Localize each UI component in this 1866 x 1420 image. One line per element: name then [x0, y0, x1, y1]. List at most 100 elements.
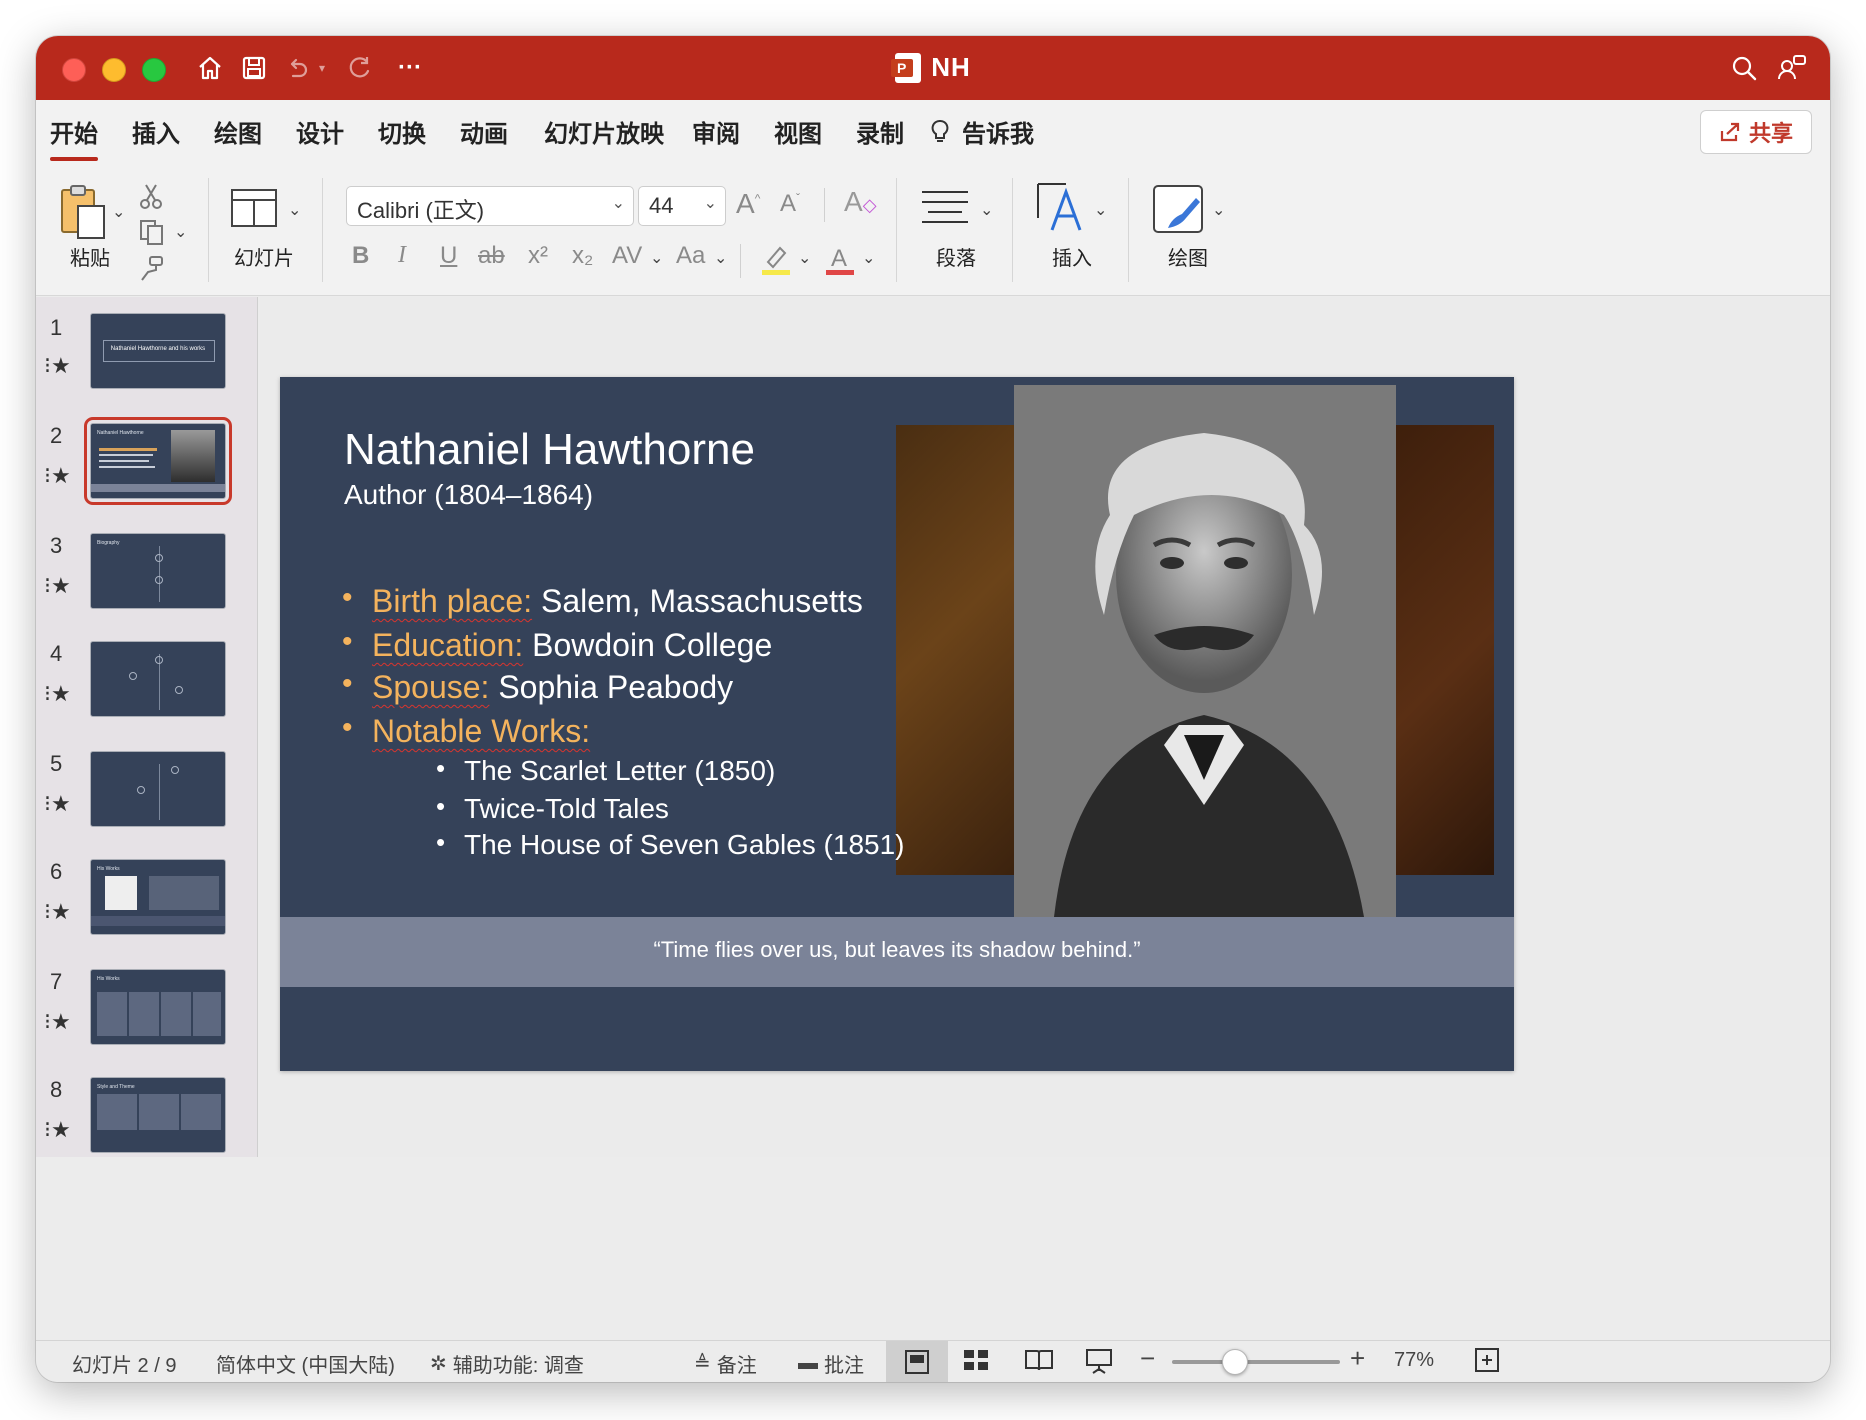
slide-thumbnail-4[interactable] [90, 641, 226, 717]
bullet-value: Salem, Massachusetts [532, 583, 863, 619]
bullet-value: Sophia Peabody [489, 669, 734, 705]
tab-view[interactable]: 视图 [774, 114, 822, 149]
fit-to-window-icon[interactable] [1474, 1347, 1500, 1379]
superscript-button[interactable]: x² [528, 242, 548, 270]
text-box-icon[interactable] [1036, 182, 1088, 239]
draw-icon[interactable] [1152, 184, 1206, 241]
slide-thumbnail-3[interactable]: Biography [90, 533, 226, 609]
copy-icon[interactable] [138, 218, 166, 251]
case-dropdown-icon[interactable]: ⌄ [714, 248, 727, 268]
zoom-slider-handle[interactable] [1222, 1349, 1248, 1375]
search-icon[interactable] [1726, 50, 1762, 86]
lightbulb-icon [931, 119, 949, 142]
bullet-education[interactable]: • Education: Bowdoin College [342, 625, 773, 664]
slide-thumbnail-2[interactable]: Nathaniel Hawthorne [84, 417, 232, 505]
character-spacing-button[interactable]: AV [612, 242, 642, 270]
collaborate-icon[interactable] [1772, 50, 1812, 86]
thumbnail-number: 6 [50, 859, 63, 884]
change-case-button[interactable]: Aa [676, 242, 705, 270]
spacing-dropdown-icon[interactable]: ⌄ [650, 248, 663, 268]
tab-review[interactable]: 审阅 [692, 114, 740, 149]
new-slide-dropdown-icon[interactable]: ⌄ [288, 200, 301, 220]
cut-icon[interactable] [138, 182, 164, 215]
slide-sorter-icon[interactable] [962, 1347, 990, 1379]
font-color-icon[interactable]: A [824, 242, 856, 281]
tab-draw[interactable]: 绘图 [214, 114, 262, 149]
strikethrough-button[interactable]: ab [478, 242, 505, 270]
notes-icon: ≜ [694, 1353, 711, 1375]
font-color-dropdown-icon[interactable]: ⌄ [862, 248, 875, 268]
bullet-notable-works[interactable]: • Notable Works: [342, 711, 590, 750]
zoom-level[interactable]: 77% [1394, 1349, 1434, 1372]
paste-icon[interactable] [58, 184, 108, 240]
new-slide-icon[interactable] [230, 188, 278, 233]
tab-tell-me[interactable]: 告诉我 [930, 114, 1034, 149]
slide[interactable]: Nathaniel Hawthorne Author (1804–1864) •… [280, 377, 1514, 1071]
paragraph-dropdown-icon[interactable]: ⌄ [980, 200, 993, 220]
font-size-select[interactable]: 44 ⌄ [638, 186, 726, 226]
paragraph-icon[interactable] [920, 188, 970, 233]
slide-subtitle[interactable]: Author (1804–1864) [344, 479, 593, 511]
slideshow-icon[interactable] [1084, 1347, 1114, 1381]
portrait-image[interactable] [1014, 385, 1396, 917]
share-button[interactable]: 共享 [1700, 110, 1812, 154]
subscript-button[interactable]: x₂ [572, 242, 593, 270]
comments-button[interactable]: ▬ 批注 [798, 1349, 864, 1378]
thumbnail-number: 2 [50, 423, 63, 448]
bullet-key: Spouse: [372, 669, 490, 705]
bullet-spouse[interactable]: • Spouse: Sophia Peabody [342, 667, 734, 706]
slide-title[interactable]: Nathaniel Hawthorne [344, 425, 755, 475]
comment-icon: ▬ [798, 1352, 818, 1374]
bullet-birthplace[interactable]: • Birth place: Salem, Massachusetts [342, 581, 863, 620]
accessibility-status[interactable]: ✲ 辅助功能: 调查 [430, 1349, 584, 1378]
tab-transitions[interactable]: 切换 [378, 114, 426, 149]
bullet-dot: • [436, 827, 446, 857]
animation-star-icon: ⁝★ [44, 1009, 71, 1034]
accessibility-icon: ✲ [430, 1353, 447, 1375]
ribbon-toolbar: ⌄ 粘贴 ⌄ ⌄ 幻灯片 Calibri (正文) ⌄ 44 ⌄ A^ Aˇ A… [36, 170, 1830, 296]
tab-design[interactable]: 设计 [296, 114, 344, 149]
slide-editing-area[interactable]: Nathaniel Hawthorne Author (1804–1864) •… [260, 297, 1830, 1157]
clear-formatting-icon[interactable]: A◇ [844, 186, 877, 218]
tab-animations[interactable]: 动画 [460, 114, 508, 149]
notes-button[interactable]: ≜ 备注 [694, 1349, 757, 1378]
slide-thumbnail-1[interactable]: Nathaniel Hawthorne and his works [90, 313, 226, 389]
normal-view-button[interactable] [886, 1341, 948, 1382]
font-name-value: Calibri (正文) [357, 198, 485, 223]
format-painter-icon[interactable] [138, 254, 166, 287]
reading-view-icon[interactable] [1024, 1347, 1054, 1379]
highlight-dropdown-icon[interactable]: ⌄ [798, 248, 811, 268]
zoom-in-icon[interactable]: + [1350, 1343, 1365, 1374]
slide-thumbnail-6[interactable]: His Works [90, 859, 226, 935]
work-item[interactable]: • The Scarlet Letter (1850) [436, 753, 775, 787]
font-name-select[interactable]: Calibri (正文) ⌄ [346, 186, 634, 226]
slide-quote[interactable]: “Time flies over us, but leaves its shad… [280, 937, 1514, 963]
bullet-value: Bowdoin College [523, 627, 773, 663]
slide-thumbnail-7[interactable]: His Works [90, 969, 226, 1045]
slide-thumbnail-5[interactable] [90, 751, 226, 827]
copy-dropdown-icon[interactable]: ⌄ [174, 222, 187, 242]
insert-dropdown-icon[interactable]: ⌄ [1094, 200, 1107, 220]
animation-star-icon: ⁝★ [44, 573, 71, 598]
work-item[interactable]: • The House of Seven Gables (1851) [436, 827, 904, 861]
language-indicator[interactable]: 简体中文 (中国大陆) [216, 1349, 395, 1378]
ribbon-separator [1128, 178, 1129, 282]
italic-button[interactable]: I [398, 242, 406, 269]
tab-slideshow[interactable]: 幻灯片放映 [544, 114, 664, 149]
decrease-font-size-icon[interactable]: Aˇ [780, 190, 800, 218]
work-item[interactable]: • Twice-Told Tales [436, 791, 669, 825]
tab-insert[interactable]: 插入 [132, 114, 180, 149]
document-title: P NH [36, 52, 1830, 83]
highlight-icon[interactable] [760, 242, 792, 281]
tab-home[interactable]: 开始 [50, 114, 98, 161]
paste-dropdown-icon[interactable]: ⌄ [112, 202, 125, 222]
underline-button[interactable]: U [440, 242, 457, 270]
zoom-slider-track[interactable] [1172, 1360, 1340, 1364]
bold-button[interactable]: B [352, 242, 369, 270]
thumbnail-caption: Nathaniel Hawthorne [97, 430, 144, 436]
tab-record[interactable]: 录制 [856, 114, 904, 149]
draw-dropdown-icon[interactable]: ⌄ [1212, 200, 1225, 220]
increase-font-size-icon[interactable]: A^ [736, 188, 760, 220]
zoom-out-icon[interactable]: − [1140, 1343, 1155, 1374]
slide-thumbnail-8[interactable]: Style and Theme [90, 1077, 226, 1153]
